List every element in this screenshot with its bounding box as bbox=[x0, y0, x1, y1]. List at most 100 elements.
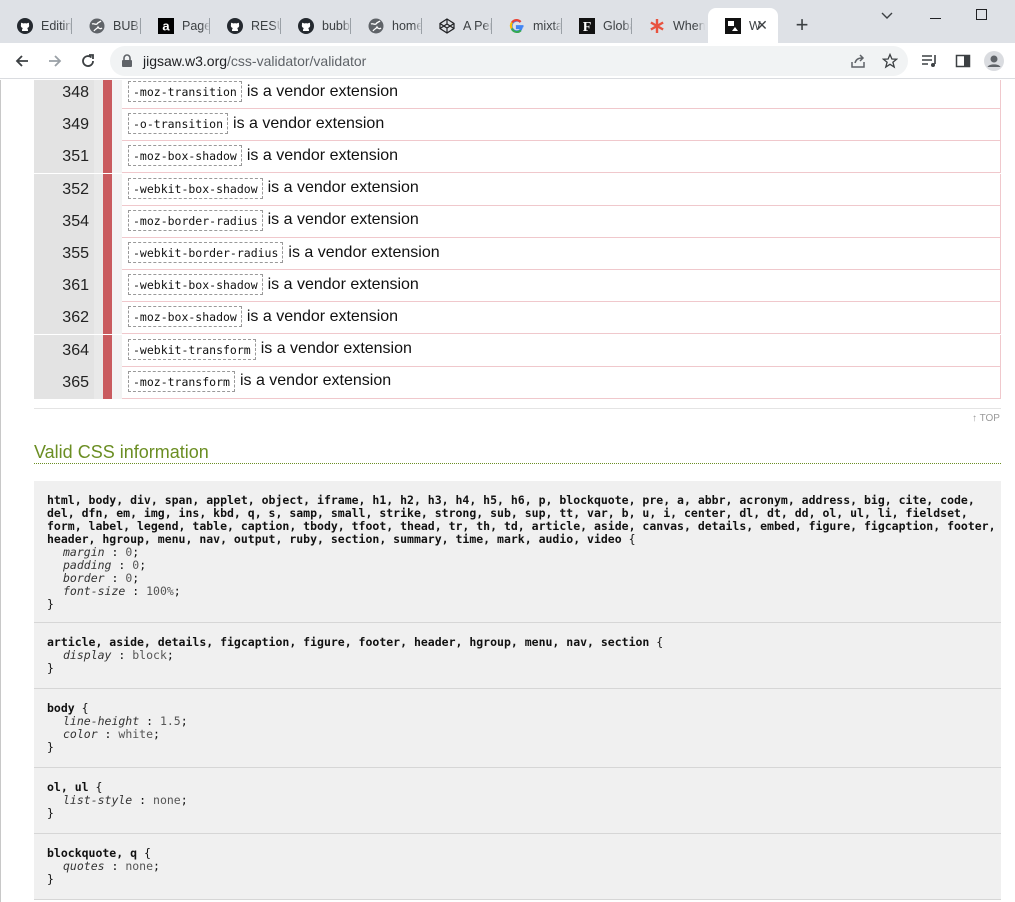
codepen-icon bbox=[439, 17, 455, 34]
error-message: -moz-box-shadow is a vendor extension bbox=[128, 145, 399, 167]
minimize-icon bbox=[929, 18, 941, 19]
line-number: 362 bbox=[34, 302, 94, 335]
error-message: -moz-box-shadow is a vendor extension bbox=[128, 306, 398, 328]
gutter bbox=[94, 270, 103, 303]
css-declaration: border : 0; bbox=[63, 571, 140, 585]
property-name: -moz-transform bbox=[128, 370, 235, 392]
gutter bbox=[112, 334, 122, 367]
css-value: white bbox=[118, 727, 154, 741]
browser-tab[interactable]: W ✕ bbox=[708, 8, 778, 43]
css-selector: body bbox=[47, 701, 75, 715]
close-brace: } bbox=[47, 740, 54, 754]
amazon-icon: a bbox=[158, 17, 174, 34]
gutter bbox=[112, 238, 122, 270]
minimize-button[interactable] bbox=[912, 4, 958, 26]
css-rule-block: ol, ul {list-style : none;} bbox=[34, 768, 1001, 834]
f-icon: F bbox=[579, 17, 595, 34]
message-text: is a vendor extension bbox=[267, 211, 419, 229]
message-text: is a vendor extension bbox=[246, 146, 399, 164]
back-button[interactable] bbox=[8, 47, 36, 75]
row-border bbox=[1000, 238, 1001, 270]
css-declaration: quotes : none; bbox=[63, 859, 160, 873]
reload-button[interactable] bbox=[74, 47, 102, 75]
browser-tab[interactable]: Editing bbox=[0, 8, 72, 43]
line-number: 361 bbox=[34, 270, 94, 303]
address-bar[interactable]: jigsaw.w3.org/css-validator/validator bbox=[110, 46, 908, 76]
gutter bbox=[112, 109, 122, 142]
error-message: -webkit-transform is a vendor extension bbox=[128, 338, 412, 360]
row-border bbox=[1000, 109, 1001, 142]
profile-button[interactable] bbox=[984, 51, 1004, 71]
bookmark-button[interactable] bbox=[880, 51, 900, 71]
error-marker bbox=[103, 366, 112, 399]
line-number: 365 bbox=[34, 366, 94, 399]
browser-tab[interactable]: a Page bbox=[141, 8, 210, 43]
tab-strip: Editing BUBBLE a Page RESUME bubble home A Pen m… bbox=[0, 0, 1015, 43]
property-name: -moz-transition bbox=[128, 81, 242, 102]
w3c-icon bbox=[725, 17, 741, 34]
browser-tab[interactable]: home bbox=[351, 8, 422, 43]
browser-tab[interactable]: When bbox=[632, 8, 708, 43]
open-brace: { bbox=[81, 701, 89, 715]
css-property: border bbox=[63, 571, 105, 585]
css-property: display bbox=[63, 648, 112, 662]
gutter bbox=[112, 302, 122, 335]
gutter bbox=[94, 302, 103, 335]
lock-icon bbox=[122, 54, 132, 67]
css-value: 0 bbox=[125, 545, 133, 559]
error-row: 349 -o-transition is a vendor extension bbox=[34, 109, 1001, 142]
tab-title: mixtape bbox=[533, 18, 562, 33]
message-text: is a vendor extension bbox=[246, 82, 399, 100]
maximize-icon bbox=[975, 9, 987, 20]
browser-tab[interactable]: mixtape bbox=[492, 8, 562, 43]
css-declaration: color : white; bbox=[63, 727, 160, 741]
avatar-icon bbox=[984, 51, 1004, 71]
tab-title: BUBBLE bbox=[113, 18, 141, 33]
share-button[interactable] bbox=[848, 51, 868, 71]
tab-title: Global bbox=[603, 18, 632, 33]
error-message: -webkit-box-shadow is a vendor extension bbox=[128, 274, 419, 296]
arrow-right-icon bbox=[49, 55, 62, 67]
side-panel-icon bbox=[955, 54, 971, 68]
browser-toolbar: jigsaw.w3.org/css-validator/validator bbox=[0, 43, 1015, 79]
error-marker bbox=[103, 109, 112, 142]
browser-tab[interactable]: BUBBLE bbox=[72, 8, 141, 43]
gutter bbox=[94, 141, 103, 174]
css-selector: blockquote, q bbox=[47, 846, 138, 860]
error-row: 352 -webkit-box-shadow is a vendor extensi… bbox=[34, 173, 1001, 206]
css-rule-block: blockquote, q {quotes : none;} bbox=[34, 834, 1001, 900]
browser-tab[interactable]: A Pen bbox=[422, 8, 492, 43]
gutter bbox=[112, 270, 122, 303]
close-tab-icon[interactable]: ✕ bbox=[754, 17, 770, 33]
browser-tab[interactable]: F Global bbox=[562, 8, 632, 43]
property-name: -webkit-box-shadow bbox=[128, 274, 263, 296]
line-number: 351 bbox=[34, 141, 94, 174]
css-selector: article, aside, details, figcaption, fig… bbox=[47, 635, 650, 649]
asterisk-icon bbox=[649, 18, 665, 34]
forward-button[interactable] bbox=[41, 47, 69, 75]
error-row: 365 -moz-transform is a vendor extension bbox=[34, 366, 1001, 399]
new-tab-button[interactable]: + bbox=[789, 12, 815, 38]
css-property: font-size bbox=[63, 584, 126, 598]
message-text: is a vendor extension bbox=[267, 275, 419, 293]
message-text: is a vendor extension bbox=[233, 114, 385, 132]
media-control-button[interactable] bbox=[920, 51, 940, 71]
star-icon bbox=[882, 53, 898, 69]
css-rule-block: html, body, div, span, applet, object, i… bbox=[34, 481, 1001, 623]
tab-search-button[interactable] bbox=[864, 4, 910, 26]
css-value: 0 bbox=[132, 558, 140, 572]
valid-css-heading: Valid CSS information bbox=[34, 442, 1001, 464]
top-link[interactable]: ↑ TOP bbox=[972, 413, 1000, 424]
line-number: 348 bbox=[34, 80, 94, 109]
error-marker bbox=[103, 270, 112, 303]
side-panel-button[interactable] bbox=[953, 51, 973, 71]
gutter bbox=[94, 80, 103, 109]
browser-tab[interactable]: bubble bbox=[281, 8, 351, 43]
maximize-button[interactable] bbox=[958, 4, 1004, 26]
error-message: -moz-transition is a vendor extension bbox=[128, 81, 398, 102]
chevron-down-icon bbox=[881, 12, 893, 19]
css-property: quotes bbox=[63, 859, 105, 873]
browser-tab[interactable]: RESUME bbox=[210, 8, 281, 43]
row-border bbox=[1000, 173, 1001, 206]
css-value: none bbox=[153, 793, 181, 807]
